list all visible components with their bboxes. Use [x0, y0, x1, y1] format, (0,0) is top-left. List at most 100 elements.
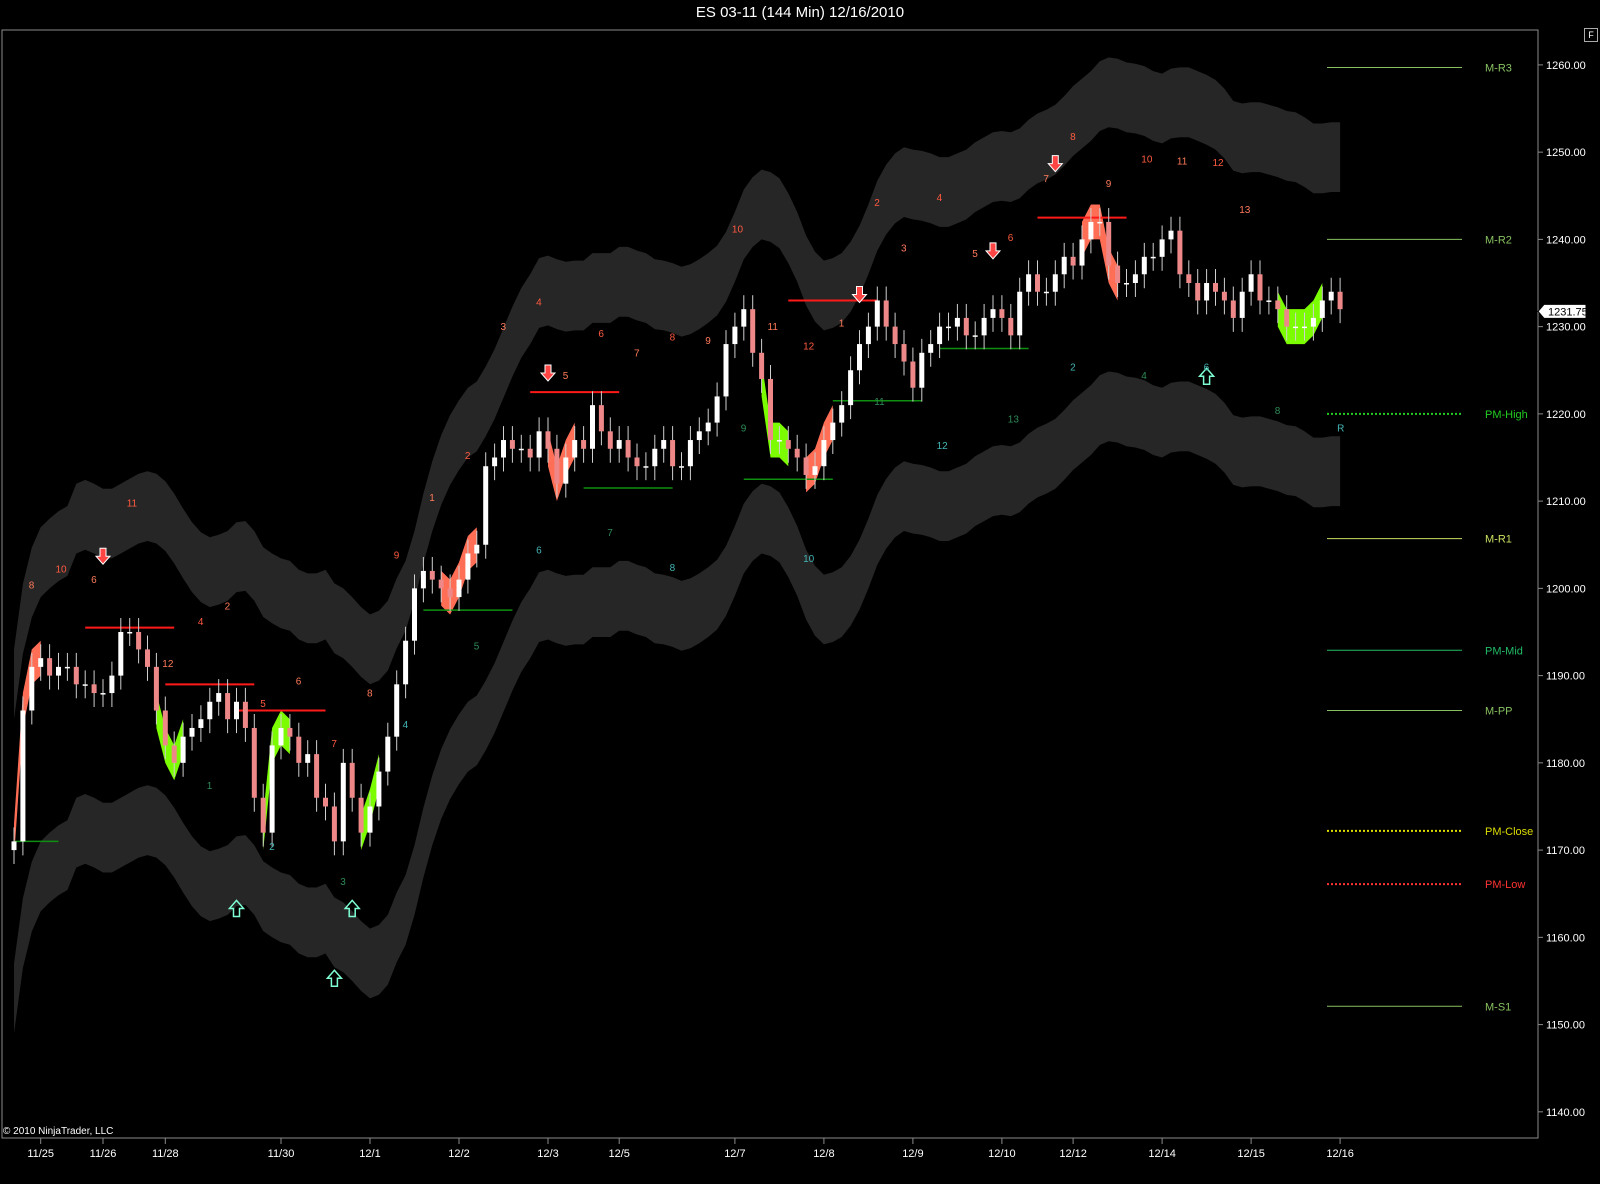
candle-body	[1168, 230, 1174, 240]
candle-body	[1017, 291, 1023, 336]
candle-body	[999, 309, 1005, 318]
sell-count-label: 8	[1070, 132, 1076, 143]
candle-body	[607, 431, 613, 449]
sell-count-label: 8	[670, 333, 676, 344]
candle-body	[946, 326, 951, 329]
candle-body	[785, 440, 791, 449]
last-price-marker: 1231.75	[1537, 303, 1588, 319]
buy-count-label: 13	[1008, 415, 1020, 426]
candle-body	[376, 771, 382, 807]
buy-count-label: 9	[741, 423, 747, 434]
buy-ribbon	[263, 710, 290, 851]
time-tick-label: 12/2	[448, 1148, 469, 1160]
buy-count-label: 1	[207, 781, 213, 792]
sell-arrow-icon	[539, 364, 557, 382]
price-chart[interactable]: 81061112425678912345678 91011121234567891…	[0, 0, 1600, 1184]
sell-ribbon	[548, 422, 575, 502]
candle-body	[242, 701, 248, 728]
buy-count-label: 3	[340, 877, 346, 888]
price-axis: 1140.00 1150.00 1160.00 1170.00 1180.00 1190.…	[1538, 60, 1586, 1119]
candle-body	[901, 344, 907, 362]
candle-body	[972, 335, 978, 337]
candle-body	[1230, 300, 1236, 318]
sell-count-label: 3	[901, 244, 907, 255]
candle-body	[963, 317, 969, 336]
price-tick-label: 1250.00	[1546, 147, 1586, 159]
candle-body	[1150, 256, 1156, 259]
candle-body	[830, 422, 836, 441]
candle-body	[1097, 221, 1103, 224]
pivot-level-label: M-PP	[1485, 706, 1513, 718]
candle-body	[385, 736, 391, 772]
candle-body	[29, 666, 35, 711]
buy-count-label: R	[1337, 423, 1344, 434]
candle-body	[598, 405, 604, 432]
candle-body	[874, 300, 880, 327]
candle-body	[234, 701, 239, 720]
price-tick-label: 1260.00	[1546, 60, 1586, 72]
pivot-level-label: PM-Low	[1485, 879, 1525, 891]
time-tick-label: 12/1	[359, 1148, 380, 1160]
last-price-label: 1231.75	[1548, 306, 1588, 318]
sell-count-label: 2	[225, 601, 231, 612]
candle-body	[1061, 256, 1067, 275]
candle-body	[857, 344, 862, 371]
sell-count-label: 6	[91, 575, 97, 586]
candle-body	[109, 675, 115, 694]
time-tick-label: 12/7	[724, 1148, 745, 1160]
candle-body	[883, 300, 889, 327]
time-tick-label: 12/5	[608, 1148, 629, 1160]
candle-body	[278, 727, 284, 746]
copyright-text: © 2010 NinjaTrader, LLC	[3, 1126, 114, 1137]
sell-count-label: 3	[501, 322, 507, 333]
price-tick-label: 1220.00	[1546, 409, 1586, 421]
candle-body	[118, 631, 124, 676]
candle-body	[545, 431, 551, 449]
candle-body	[438, 579, 444, 589]
candle-body	[394, 684, 400, 737]
candle-body	[714, 396, 720, 423]
candle-body	[794, 448, 800, 458]
buy-count-label: 5	[474, 641, 480, 652]
sell-count-label: 7	[634, 348, 640, 359]
buy-count-label: 8	[670, 563, 676, 574]
candle-body	[759, 352, 765, 379]
candle-body	[100, 693, 106, 695]
sell-count-label: 5	[260, 699, 266, 710]
time-tick-label: 11/26	[90, 1148, 117, 1160]
candle-body	[652, 448, 658, 467]
buy-count-label: 4	[1141, 371, 1147, 382]
candle-body	[919, 352, 925, 388]
sell-count-label: 4	[536, 298, 542, 309]
candle-body	[1132, 274, 1138, 284]
candle-body	[287, 727, 293, 737]
candle-body	[349, 762, 355, 798]
candle-body	[305, 754, 311, 763]
pivot-level-label: M-R3	[1485, 63, 1512, 75]
price-tick-label: 1160.00	[1546, 932, 1585, 944]
candle-body	[1328, 291, 1334, 301]
time-tick-label: 12/3	[537, 1148, 558, 1160]
pivot-level-label: M-R2	[1485, 234, 1512, 246]
candle-body	[928, 344, 934, 353]
candle-body	[465, 553, 471, 580]
sell-count-label: 10	[1141, 155, 1153, 166]
candle-body	[1248, 274, 1254, 292]
candle-body	[314, 754, 320, 798]
candle-body	[750, 309, 756, 353]
candle-body	[1115, 265, 1121, 284]
candle-body	[634, 457, 640, 467]
volatility-band-layer	[14, 57, 1341, 1034]
candle-body	[590, 405, 595, 449]
buy-count-label: 12	[937, 441, 949, 452]
candle-body	[456, 579, 462, 598]
buy-count-label: 4	[403, 720, 409, 731]
candle-body	[189, 727, 195, 737]
price-tick-label: 1150.00	[1546, 1020, 1585, 1032]
candle-body	[527, 448, 533, 458]
candle-body	[910, 361, 916, 388]
candle-body	[670, 440, 676, 467]
candle-body	[1070, 256, 1076, 266]
buy-arrow-icon	[325, 969, 344, 987]
candle-body	[1302, 326, 1307, 329]
